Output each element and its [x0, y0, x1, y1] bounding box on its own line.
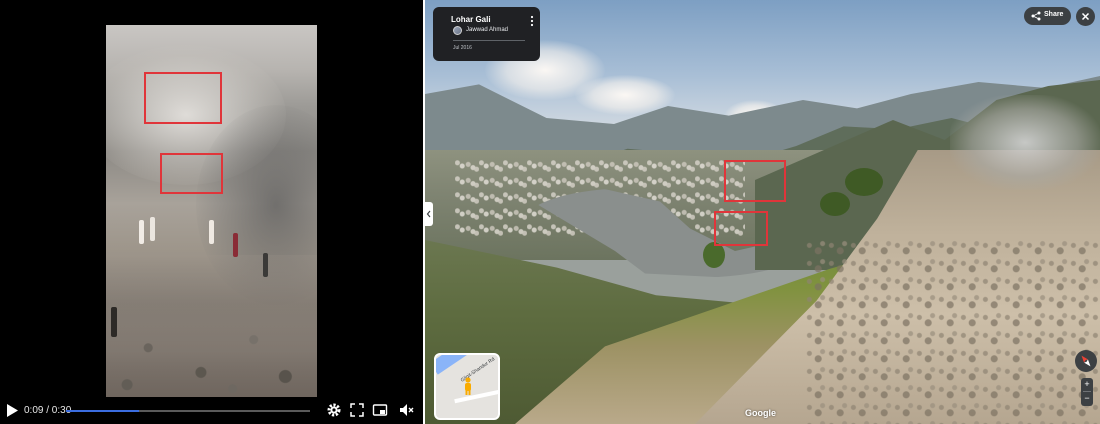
picture-in-picture-icon[interactable]	[372, 402, 388, 418]
compass-button[interactable]	[1075, 350, 1097, 372]
share-button[interactable]: Share	[1024, 7, 1071, 25]
capture-date: Jul 2016	[453, 45, 472, 51]
highlight-box	[144, 72, 222, 124]
mute-icon[interactable]	[398, 402, 414, 418]
video-frame[interactable]	[106, 25, 317, 397]
blurred-vehicle	[950, 95, 1100, 190]
author-name[interactable]: Jawwad Ahmad	[466, 27, 508, 33]
location-info-card: Lohar Gali Jawwad Ahmad Jul 2016	[433, 7, 540, 61]
compass-icon	[1081, 355, 1091, 367]
fullscreen-icon[interactable]	[349, 402, 365, 418]
collapse-panel-icon	[426, 210, 431, 218]
google-watermark: Google	[745, 408, 776, 418]
highlight-box	[160, 153, 223, 194]
tree	[845, 168, 883, 196]
share-label: Share	[1044, 11, 1064, 18]
progress-bar[interactable]	[66, 410, 310, 412]
zoom-in-button[interactable]: +	[1081, 378, 1093, 391]
video-controls: 0:09 / 0:30	[0, 398, 423, 424]
avatar[interactable]	[453, 26, 462, 35]
highlight-box	[724, 160, 786, 202]
location-title[interactable]: Lohar Gali	[451, 15, 491, 24]
person-figure	[150, 217, 155, 241]
rocks	[106, 315, 317, 397]
collapse-panel-button[interactable]	[425, 202, 433, 226]
person-figure	[139, 220, 144, 244]
progress-fill	[66, 410, 140, 412]
zoom-out-button[interactable]: −	[1081, 392, 1093, 405]
person-figure	[209, 220, 214, 244]
tree	[820, 192, 850, 216]
more-vert-icon[interactable]	[528, 15, 536, 27]
settings-icon[interactable]	[326, 402, 342, 418]
close-icon	[1081, 12, 1090, 21]
person-figure	[263, 253, 268, 277]
video-player: 0:09 / 0:30	[0, 0, 423, 424]
minimap[interactable]: Gilgit-Shandur Rd	[434, 353, 500, 420]
divider	[453, 40, 525, 41]
time-display: 0:09 / 0:30	[24, 405, 72, 416]
play-icon[interactable]	[6, 404, 18, 417]
pegman-icon[interactable]	[462, 377, 474, 395]
comparison-screenshot: 0:09 / 0:30 Lohar Gali Jawwad Ahmad Jul …	[0, 0, 1100, 424]
share-icon	[1031, 11, 1041, 21]
person-figure	[111, 307, 117, 337]
zoom-control: + −	[1081, 378, 1093, 406]
street-view-panorama[interactable]: Lohar Gali Jawwad Ahmad Jul 2016 Share G…	[425, 0, 1100, 424]
gravel	[805, 240, 1100, 424]
highlight-box	[714, 211, 768, 246]
close-button[interactable]	[1076, 7, 1095, 26]
person-figure	[233, 233, 238, 257]
